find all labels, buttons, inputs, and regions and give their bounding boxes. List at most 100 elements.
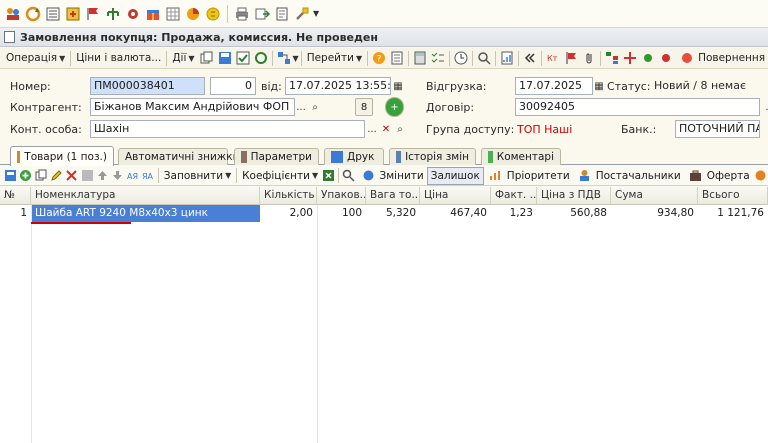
- delete-icon[interactable]: [65, 168, 78, 184]
- col-quantity[interactable]: Кількість: [260, 187, 317, 205]
- excel-icon[interactable]: [322, 168, 335, 184]
- refresh-doc-icon[interactable]: [253, 50, 269, 66]
- tab-auto-discounts[interactable]: Автоматичні знижки: [118, 148, 239, 165]
- tools-icon[interactable]: [294, 6, 310, 22]
- count-badge[interactable]: 8: [355, 98, 373, 116]
- refresh-icon[interactable]: [25, 6, 41, 22]
- gift-icon[interactable]: [145, 6, 161, 22]
- edit-icon[interactable]: [50, 168, 63, 184]
- document-icon[interactable]: [274, 6, 290, 22]
- shipment-date-field[interactable]: 17.07.2025: [515, 77, 593, 95]
- tree-icon[interactable]: [105, 6, 121, 22]
- balance-button[interactable]: Залишок: [426, 166, 484, 185]
- row-weight[interactable]: 5,320: [366, 205, 420, 222]
- calculator-icon[interactable]: [412, 50, 428, 66]
- return-button[interactable]: Повернення: [675, 49, 768, 67]
- save-icon[interactable]: [217, 50, 233, 66]
- clock-icon[interactable]: [453, 50, 469, 66]
- more-options-icon[interactable]: [754, 168, 767, 184]
- sort-desc-icon[interactable]: ЯA: [142, 168, 155, 184]
- select-icon[interactable]: [4, 168, 17, 184]
- col-number[interactable]: №: [0, 187, 31, 205]
- change-button[interactable]: Змінити: [357, 167, 427, 185]
- tab-parameters[interactable]: Параметри: [234, 148, 319, 165]
- list-icon[interactable]: [45, 6, 61, 22]
- chevron-down-icon[interactable]: ▼: [293, 54, 299, 63]
- collapse-icon[interactable]: [522, 50, 538, 66]
- number-field[interactable]: ПМ000038401: [90, 77, 205, 95]
- clear-icon[interactable]: ✕: [379, 120, 393, 138]
- date-field[interactable]: 17.07.2025 13:55:35: [285, 77, 391, 95]
- row-package[interactable]: 100: [317, 205, 366, 222]
- help-icon[interactable]: ?: [371, 50, 387, 66]
- chart-icon[interactable]: [185, 6, 201, 22]
- find-icon[interactable]: [476, 50, 492, 66]
- search-icon[interactable]: [342, 168, 355, 184]
- export-icon[interactable]: [254, 6, 270, 22]
- contractor-search-icon[interactable]: ⌕: [308, 98, 322, 116]
- row-fact[interactable]: 1,23: [491, 205, 537, 222]
- col-price[interactable]: Ціна: [420, 187, 491, 205]
- toolbar-more-icon[interactable]: ▼: [313, 9, 319, 18]
- col-total[interactable]: Всього: [698, 187, 768, 205]
- tab-goods[interactable]: Товари (1 поз.): [10, 146, 114, 166]
- document-list-icon[interactable]: [389, 50, 405, 66]
- row-price[interactable]: 467,40: [420, 205, 491, 222]
- kt-icon[interactable]: Кт: [545, 50, 561, 66]
- flag-icon[interactable]: [85, 6, 101, 22]
- col-package[interactable]: Упаков...: [317, 187, 366, 205]
- add-icon[interactable]: +: [385, 97, 404, 117]
- goto-menu[interactable]: Перейти ▼: [304, 49, 365, 67]
- coefficients-menu[interactable]: Коефіцієнти ▼: [239, 167, 321, 185]
- row-total[interactable]: 1 121,76: [698, 205, 768, 222]
- contact-field[interactable]: Шахін: [90, 120, 365, 138]
- paperclip-icon[interactable]: [581, 50, 597, 66]
- contractor-field[interactable]: Біжанов Максим Андрійович ФОП: [90, 98, 295, 116]
- users-icon[interactable]: [5, 6, 21, 22]
- structure-icon[interactable]: [276, 50, 292, 66]
- row-price-vat[interactable]: 560,88: [537, 205, 611, 222]
- col-weight[interactable]: Вага то...: [366, 187, 420, 205]
- report-icon[interactable]: [499, 50, 515, 66]
- tab-comments[interactable]: Коментарі: [481, 148, 561, 165]
- contract-field[interactable]: 30092405: [515, 98, 760, 116]
- col-price-vat[interactable]: Ціна з ПДВ: [537, 187, 611, 205]
- tab-print[interactable]: Друк: [324, 148, 384, 165]
- copy-icon[interactable]: [199, 50, 215, 66]
- calendar-icon[interactable]: ▦: [391, 77, 405, 95]
- table-row[interactable]: 1 Шайба ART 9240 M8x40x3 цинк 2,00 100 5…: [0, 205, 768, 222]
- col-sum[interactable]: Сума: [611, 187, 698, 205]
- move-icon[interactable]: [622, 50, 638, 66]
- add-row-icon[interactable]: [19, 168, 32, 184]
- row-quantity[interactable]: 2,00: [260, 205, 317, 222]
- col-fact[interactable]: Факт. ...: [491, 187, 537, 205]
- fill-menu[interactable]: Заповнити ▼: [161, 167, 234, 185]
- tab-history[interactable]: Історія змін: [389, 148, 476, 165]
- flag-red-icon[interactable]: [563, 50, 579, 66]
- operation-menu[interactable]: Операція ▼: [3, 49, 68, 67]
- offer-button[interactable]: Оферта: [684, 167, 753, 185]
- priorities-button[interactable]: Пріоритети: [484, 167, 573, 185]
- suppliers-button[interactable]: Постачальники: [573, 167, 684, 185]
- contractor-select-button[interactable]: ...: [294, 98, 308, 116]
- bank-field[interactable]: ПОТОЧНИЙ ПАТ: [675, 120, 760, 138]
- actions-menu[interactable]: Дії ▼: [169, 49, 197, 67]
- sort-asc-icon[interactable]: AЯ: [126, 168, 139, 184]
- contact-select-button[interactable]: ...: [365, 120, 379, 138]
- move-up-icon[interactable]: [96, 168, 109, 184]
- structure-tree-icon[interactable]: [604, 50, 620, 66]
- printer-icon[interactable]: [234, 6, 250, 22]
- contract-select-button[interactable]: .: [760, 98, 768, 116]
- move-down-icon[interactable]: [111, 168, 124, 184]
- shipment-calendar-icon[interactable]: ▦: [592, 77, 606, 95]
- gear-icon[interactable]: [125, 6, 141, 22]
- checklist-icon[interactable]: [430, 50, 446, 66]
- grid-icon[interactable]: [165, 6, 181, 22]
- number-extra-field[interactable]: 0: [210, 77, 256, 95]
- table-icon[interactable]: [80, 168, 93, 184]
- prices-currency-button[interactable]: Ціни і валюта...: [73, 49, 164, 67]
- copy-row-icon[interactable]: [35, 168, 48, 184]
- red-dot-icon[interactable]: [658, 50, 674, 66]
- post-icon[interactable]: [235, 50, 251, 66]
- contact-search-icon[interactable]: ⌕: [393, 120, 407, 138]
